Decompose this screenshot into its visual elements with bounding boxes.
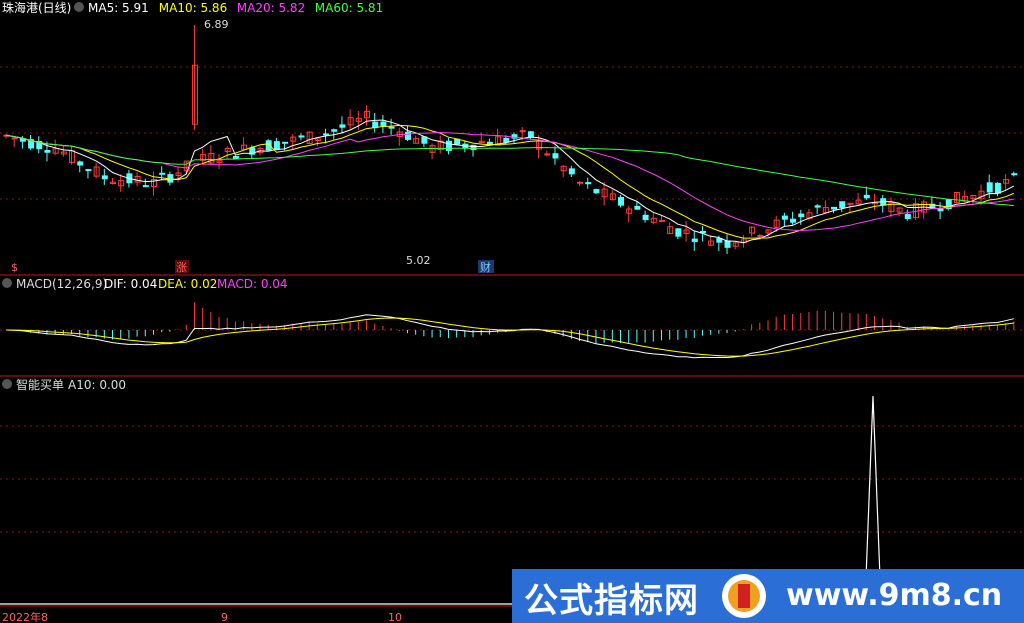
price-header: 珠海港(日线) MA5: 5.91 MA10: 5.86 MA20: 5.82 MA6… xyxy=(2,0,383,15)
candle-body xyxy=(44,149,51,153)
candle-body xyxy=(798,213,805,218)
candles xyxy=(3,25,1018,255)
candle-body xyxy=(585,182,592,185)
candle-body xyxy=(831,206,838,210)
candle-body xyxy=(232,155,239,159)
candle-body xyxy=(634,205,641,210)
signal-title: 智能买单 xyxy=(16,377,64,392)
candle-body xyxy=(790,218,797,223)
watermark-right: www.9m8.cn xyxy=(786,578,1003,613)
macd-dif: DIF: 0.04 xyxy=(104,277,157,291)
high-annotation: 6.89 xyxy=(204,18,229,31)
ma5-line xyxy=(5,119,1015,244)
candle-body xyxy=(593,189,600,194)
candle-body xyxy=(724,240,731,248)
signal-header: 智能买单 A10: 0.00 xyxy=(2,377,126,392)
candle-body xyxy=(503,137,510,143)
ma-label-1: MA10: 5.86 xyxy=(159,1,227,15)
candle-body xyxy=(445,140,452,151)
candle-body xyxy=(781,215,788,220)
candle-body xyxy=(1011,173,1018,176)
candle-body xyxy=(863,194,870,199)
candle-body xyxy=(519,130,526,133)
macd-title: MACD(12,26,9) xyxy=(16,277,107,291)
macd-dropdown-icon[interactable] xyxy=(2,278,12,288)
candle-body xyxy=(937,208,944,212)
ma20-line xyxy=(5,131,1014,232)
dropdown-icon[interactable] xyxy=(74,2,84,12)
candle-body xyxy=(577,181,584,184)
event-cai: 财 xyxy=(480,260,491,274)
stock-chart: 珠海港(日线) MA5: 5.91 MA10: 5.86 MA20: 5.82 MA6… xyxy=(0,0,1024,623)
stock-title: 珠海港(日线) xyxy=(2,0,71,15)
candle-body xyxy=(85,169,92,172)
candle-body xyxy=(642,214,649,221)
candle-body xyxy=(454,138,461,145)
candle-body xyxy=(568,168,575,175)
candle-body xyxy=(273,141,280,150)
macd-dea: DEA: 0.02 xyxy=(158,277,217,291)
xaxis-label-sep: 9 xyxy=(221,611,228,623)
ma10-line xyxy=(5,124,1014,239)
candle-body xyxy=(298,135,305,138)
candle-body xyxy=(618,196,625,206)
candle-body xyxy=(11,137,18,140)
xaxis-label-oct: 10 xyxy=(388,611,402,623)
candle-body xyxy=(527,131,534,138)
event-zhang: 涨 xyxy=(176,261,187,274)
candle-body xyxy=(904,213,911,220)
candle-body xyxy=(994,182,1001,194)
ma-label-3: MA60: 5.81 xyxy=(315,1,383,15)
candle-body xyxy=(691,238,698,242)
candle-body xyxy=(421,136,428,144)
candle-body xyxy=(331,129,338,132)
ma-lines xyxy=(5,119,1015,244)
candle-body xyxy=(716,237,723,243)
dif-line xyxy=(5,314,1014,359)
macd-header: MACD(12,26,9) DIF: 0.04 DEA: 0.02 MACD: … xyxy=(2,277,288,291)
watermark-logo-icon xyxy=(722,574,766,618)
candle-body xyxy=(101,175,108,180)
low-annotation: 5.02 xyxy=(406,254,431,267)
candle-body xyxy=(339,124,346,128)
candle-body xyxy=(159,172,166,175)
watermark-left: 公式指标网 xyxy=(524,581,699,621)
candle-body xyxy=(675,228,682,237)
signal-dropdown-icon[interactable] xyxy=(2,379,12,389)
ma60-line xyxy=(5,134,1014,207)
dea-line xyxy=(5,317,1014,357)
macd-value: MACD: 0.04 xyxy=(217,277,288,291)
event-s: $ xyxy=(11,261,18,274)
ma-label-0: MA5: 5.91 xyxy=(88,1,149,15)
candle-body xyxy=(404,131,411,140)
candle-body xyxy=(323,133,330,136)
candle-body xyxy=(839,201,846,208)
candle-body xyxy=(986,182,993,193)
candle-body xyxy=(814,205,821,208)
candle-body xyxy=(388,126,395,129)
candle-body xyxy=(77,161,84,166)
candle-body xyxy=(552,153,559,159)
ma-label-2: MA20: 5.82 xyxy=(237,1,305,15)
candle-body xyxy=(142,185,149,188)
signal-value: A10: 0.00 xyxy=(68,378,126,392)
xaxis-label-aug: 2022年8 xyxy=(2,610,48,623)
candle-body xyxy=(282,141,289,144)
candle-body xyxy=(372,121,379,128)
candle-body xyxy=(380,121,387,127)
candle-body xyxy=(757,235,764,238)
ma-labels: MA5: 5.91 MA10: 5.86 MA20: 5.82 MA60: 5.81 xyxy=(88,1,383,15)
candle-body xyxy=(60,151,67,155)
